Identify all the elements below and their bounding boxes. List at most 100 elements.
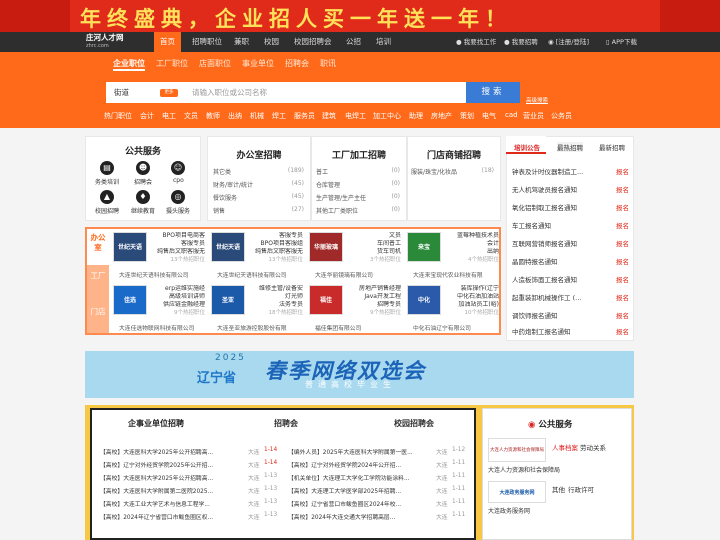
job-link[interactable]: 建筑 bbox=[322, 111, 336, 121]
signup-link[interactable]: 报名 bbox=[616, 166, 629, 176]
tab-public-units[interactable]: 事业单位 bbox=[242, 58, 274, 69]
tab-training-notice[interactable]: 培训公告 bbox=[514, 142, 540, 152]
office-category[interactable]: 销售 bbox=[213, 206, 225, 215]
job-link[interactable]: 机械 bbox=[250, 111, 264, 121]
factory-category[interactable]: 其他工厂类职位 bbox=[316, 206, 358, 215]
search-button[interactable]: 搜索 bbox=[466, 82, 520, 103]
recruit-item[interactable]: 【高校】大连医科大学附属第二医院2025... bbox=[100, 486, 240, 495]
signup-link[interactable]: 报名 bbox=[616, 184, 629, 194]
signup-link[interactable]: 报名 bbox=[616, 220, 629, 230]
job-title[interactable]: 货车司机 bbox=[345, 248, 401, 256]
notice-item[interactable]: 起重装卸机械操作工 (… bbox=[512, 292, 608, 302]
city-selector[interactable]: 街道 bbox=[114, 85, 129, 100]
service-label[interactable]: cpo bbox=[173, 177, 184, 184]
service-label[interactable]: 招聘会 bbox=[134, 177, 152, 186]
company-jobs[interactable]: 房地产销售经理 Java开发工程 招聘专员 9个热招职位 bbox=[345, 285, 401, 317]
ad-banner[interactable]: 2025 辽宁省 春季网络双选会 普通高校毕业生 bbox=[85, 351, 634, 398]
job-link[interactable]: 助理 bbox=[409, 111, 423, 121]
job-title[interactable]: 客服专员 bbox=[149, 240, 205, 248]
tab-job-fair[interactable]: 招聘会 bbox=[285, 58, 309, 69]
company-jobs[interactable]: 装库操作(辽宁 中化石油加油站 加油站员工(峪) 10个热招职位 bbox=[443, 285, 499, 317]
recruit-item[interactable]: 【高校】2024年辽宁省营口市鲅鱼圈区权... bbox=[100, 512, 240, 521]
job-link[interactable]: 出纳 bbox=[228, 111, 242, 121]
factory-category[interactable]: 普工 bbox=[316, 167, 328, 176]
find-job-link[interactable]: ● 我要找工作 bbox=[456, 32, 496, 52]
job-link[interactable]: 公务员 bbox=[551, 111, 572, 121]
job-link[interactable]: cad bbox=[505, 111, 518, 119]
factory-category[interactable]: 仓库管理 bbox=[316, 180, 340, 189]
nav-public-recruit[interactable]: 公招 bbox=[346, 32, 361, 52]
nav-parttime[interactable]: 兼职 bbox=[234, 32, 249, 52]
job-link[interactable]: 教师 bbox=[206, 111, 220, 121]
notice-item[interactable]: 氧化铝制取工报名通知 bbox=[512, 202, 608, 212]
job-title[interactable]: 会计 bbox=[443, 240, 499, 248]
more-jobs-count[interactable]: 13个热招职位 bbox=[149, 256, 206, 264]
signup-link[interactable]: 报名 bbox=[616, 256, 629, 266]
company-logo[interactable]: 佳选 bbox=[113, 285, 147, 315]
recruit-item[interactable]: 【编外人员】2025年大连医科大学附属第一医... bbox=[288, 447, 426, 456]
company-logo[interactable]: 世纪天语 bbox=[211, 232, 245, 262]
tab-hottest-jobs[interactable]: 最热招聘 bbox=[557, 142, 583, 152]
more-jobs-count[interactable]: 13个热招职位 bbox=[247, 256, 304, 264]
recruit-item[interactable]: 【高校】大连工业大学艺术与信息工程学... bbox=[100, 499, 240, 508]
job-link[interactable]: 电焊工 bbox=[345, 111, 366, 121]
nav-jobs[interactable]: 招聘职位 bbox=[192, 32, 222, 52]
recruit-link[interactable]: ● 我要招聘 bbox=[504, 32, 538, 52]
signup-link[interactable]: 报名 bbox=[616, 326, 629, 336]
service-label[interactable]: 务类培训 bbox=[95, 177, 119, 186]
notice-item[interactable]: 调饮师报名通知 bbox=[512, 310, 608, 320]
job-title[interactable]: Java开发工程 bbox=[345, 293, 401, 301]
job-title[interactable]: 高级培训讲师 bbox=[149, 293, 205, 301]
job-title[interactable]: 维修主管/设备安 bbox=[247, 285, 303, 293]
people-icon[interactable]: ☻ bbox=[136, 161, 150, 175]
job-title[interactable]: 装库操作(辽宁 bbox=[443, 285, 499, 293]
search-input[interactable]: 请输入职位或公司名称 bbox=[192, 85, 267, 100]
recruit-item[interactable]: 【高校】辽宁省营口市鲅鱼圈区2024年校... bbox=[288, 499, 426, 508]
company-jobs[interactable]: 文员 车间普工 货车司机 3个热招职位 bbox=[345, 232, 401, 264]
job-title[interactable]: 加油站员工(峪) bbox=[443, 301, 499, 309]
recruit-item[interactable]: 【高校】大连理工大学医学部2025年招聘... bbox=[288, 486, 426, 495]
company-jobs[interactable]: 维修主管/设备安 灯光师 法务专员 18个热招职位 bbox=[247, 285, 303, 317]
company-logo[interactable]: 中化 bbox=[407, 285, 441, 315]
signup-link[interactable]: 报名 bbox=[616, 202, 629, 212]
group-icon[interactable]: ☺ bbox=[171, 161, 185, 175]
job-link[interactable]: 文员 bbox=[184, 111, 198, 121]
company-name[interactable]: 福佳集团有限公司 bbox=[315, 323, 401, 332]
signup-link[interactable]: 报名 bbox=[616, 292, 629, 302]
company-jobs[interactable]: erp运维实施经 高级培训讲师 供应链金融经理 9个热招职位 bbox=[149, 285, 205, 317]
company-logo[interactable]: 来宝 bbox=[407, 232, 441, 262]
company-jobs[interactable]: 蓝莓种植技术员 会计 出纳 4个热招职位 bbox=[443, 232, 499, 264]
company-logo[interactable]: 华丽玻璃 bbox=[309, 232, 343, 262]
signup-link[interactable]: 报名 bbox=[616, 238, 629, 248]
company-name[interactable]: 大连世纪天语科技有限公司 bbox=[119, 270, 205, 279]
tab-job-news[interactable]: 职讯 bbox=[320, 58, 336, 69]
more-jobs-count[interactable]: 9个热招职位 bbox=[345, 309, 401, 317]
graduation-icon[interactable]: ▲ bbox=[100, 190, 114, 204]
office-category[interactable]: 餐饮服务 bbox=[213, 193, 237, 202]
job-link[interactable]: 电工 bbox=[162, 111, 176, 121]
education-icon[interactable]: ♦ bbox=[136, 190, 150, 204]
office-category[interactable]: 其它类 bbox=[213, 167, 231, 176]
tab-job-fair[interactable]: 招聘会 bbox=[274, 418, 298, 429]
job-title[interactable]: 纯售后文职客服无 bbox=[149, 248, 205, 256]
company-name[interactable]: 大连来宝现代农业科技有限 bbox=[413, 270, 499, 279]
recruit-item[interactable]: 【机关单位】大连理工大学化工学院功能涂料... bbox=[288, 473, 426, 482]
job-title[interactable]: erp运维实施经 bbox=[149, 285, 205, 293]
tab-factory[interactable]: 工厂 bbox=[87, 265, 109, 301]
factory-category[interactable]: 生产管理/生产主任 bbox=[316, 193, 366, 202]
notice-item[interactable]: 互联网营销师报名通知 bbox=[512, 238, 608, 248]
job-title[interactable]: 出纳 bbox=[443, 248, 499, 256]
more-jobs-count[interactable]: 4个热招职位 bbox=[443, 256, 499, 264]
notice-item[interactable]: 人造板饰面工报名通知 bbox=[512, 274, 608, 284]
recruit-item[interactable]: 【高校】辽宁对外经贸学院2025年公开招... bbox=[100, 460, 240, 469]
job-title[interactable]: 客服专员 bbox=[247, 232, 303, 240]
company-logo[interactable]: 世纪天语 bbox=[113, 232, 147, 262]
notice-item[interactable]: 中药炮制工报名通知 bbox=[512, 326, 608, 336]
tab-office[interactable]: 办公室 bbox=[87, 229, 109, 265]
tab-campus-fair[interactable]: 校园招聘会 bbox=[394, 418, 434, 429]
job-title[interactable]: 灯光师 bbox=[247, 293, 303, 301]
tab-store[interactable]: 门店 bbox=[87, 301, 109, 333]
office-category[interactable]: 财务/审计/统计 bbox=[213, 180, 253, 189]
company-jobs[interactable]: 客服专员 BPO项目客服组 纯售后文职客服无 13个热招职位 bbox=[247, 232, 303, 264]
job-title[interactable]: 文员 bbox=[345, 232, 401, 240]
